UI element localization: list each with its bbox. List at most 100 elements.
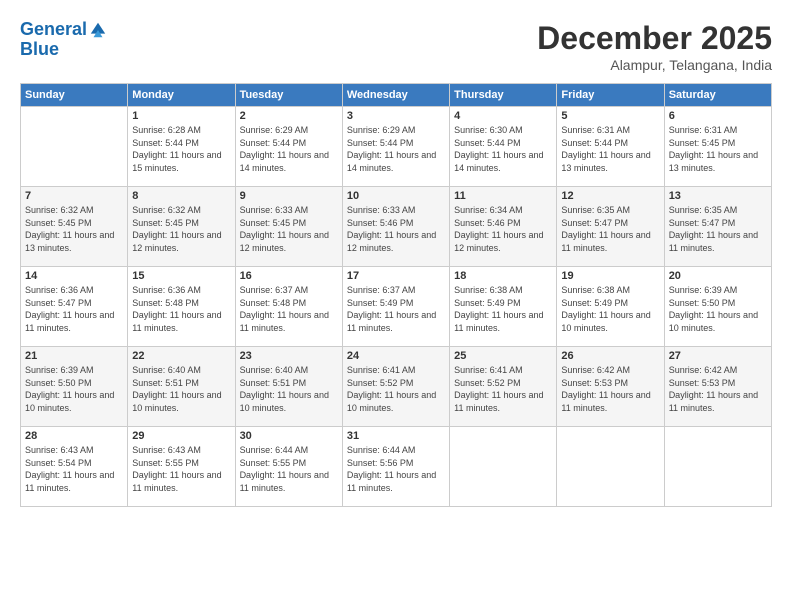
day-info: Sunrise: 6:37 AMSunset: 5:49 PMDaylight:… xyxy=(347,284,445,334)
day-info: Sunrise: 6:29 AMSunset: 5:44 PMDaylight:… xyxy=(240,124,338,174)
day-number: 16 xyxy=(240,270,338,282)
day-info: Sunrise: 6:36 AMSunset: 5:48 PMDaylight:… xyxy=(132,284,230,334)
day-info: Sunrise: 6:43 AMSunset: 5:55 PMDaylight:… xyxy=(132,444,230,494)
day-cell xyxy=(450,427,557,507)
day-number: 15 xyxy=(132,270,230,282)
day-cell: 25 Sunrise: 6:41 AMSunset: 5:52 PMDayligh… xyxy=(450,347,557,427)
day-cell: 8 Sunrise: 6:32 AMSunset: 5:45 PMDaylight… xyxy=(128,187,235,267)
day-info: Sunrise: 6:41 AMSunset: 5:52 PMDaylight:… xyxy=(454,364,552,414)
day-number: 31 xyxy=(347,430,445,442)
day-cell: 11 Sunrise: 6:34 AMSunset: 5:46 PMDayligh… xyxy=(450,187,557,267)
week-row-3: 14Sunrise: 6:36 AMSunset: 5:47 PMDayligh… xyxy=(21,267,772,347)
day-info: Sunrise: 6:42 AMSunset: 5:53 PMDaylight:… xyxy=(561,364,659,414)
day-cell: 17 Sunrise: 6:37 AMSunset: 5:49 PMDayligh… xyxy=(342,267,449,347)
day-number: 30 xyxy=(240,430,338,442)
day-info: Sunrise: 6:44 AMSunset: 5:55 PMDaylight:… xyxy=(240,444,338,494)
day-info: Sunrise: 6:31 AMSunset: 5:44 PMDaylight:… xyxy=(561,124,659,174)
day-cell: 1Sunrise: 6:28 AMSunset: 5:44 PMDaylight… xyxy=(128,107,235,187)
day-info: Sunrise: 6:34 AMSunset: 5:46 PMDaylight:… xyxy=(454,204,552,254)
day-number: 21 xyxy=(25,350,123,362)
day-number: 3 xyxy=(347,110,445,122)
day-number: 26 xyxy=(561,350,659,362)
day-cell: 24Sunrise: 6:41 AMSunset: 5:52 PMDayligh… xyxy=(342,347,449,427)
day-info: Sunrise: 6:38 AMSunset: 5:49 PMDaylight:… xyxy=(454,284,552,334)
day-cell: 18 Sunrise: 6:38 AMSunset: 5:49 PMDayligh… xyxy=(450,267,557,347)
day-cell: 2Sunrise: 6:29 AMSunset: 5:44 PMDaylight… xyxy=(235,107,342,187)
day-info: Sunrise: 6:29 AMSunset: 5:44 PMDaylight:… xyxy=(347,124,445,174)
day-number: 24 xyxy=(347,350,445,362)
week-row-5: 28 Sunrise: 6:43 AMSunset: 5:54 PMDayligh… xyxy=(21,427,772,507)
week-row-2: 7 Sunrise: 6:32 AMSunset: 5:45 PMDaylight… xyxy=(21,187,772,267)
day-cell xyxy=(664,427,771,507)
col-header-monday: Monday xyxy=(128,84,235,107)
day-number: 28 xyxy=(25,430,123,442)
day-cell: 23 Sunrise: 6:40 AMSunset: 5:51 PMDayligh… xyxy=(235,347,342,427)
day-number: 10 xyxy=(347,190,445,202)
logo-text-blue: Blue xyxy=(20,40,107,60)
title-block: December 2025 Alampur, Telangana, India xyxy=(537,20,772,73)
day-number: 29 xyxy=(132,430,230,442)
logo: General Blue xyxy=(20,20,107,60)
day-number: 23 xyxy=(240,350,338,362)
day-info: Sunrise: 6:35 AMSunset: 5:47 PMDaylight:… xyxy=(669,204,767,254)
day-cell: 13 Sunrise: 6:35 AMSunset: 5:47 PMDayligh… xyxy=(664,187,771,267)
day-info: Sunrise: 6:33 AMSunset: 5:45 PMDaylight:… xyxy=(240,204,338,254)
month-title: December 2025 xyxy=(537,20,772,57)
day-number: 18 xyxy=(454,270,552,282)
day-number: 11 xyxy=(454,190,552,202)
week-row-4: 21 Sunrise: 6:39 AMSunset: 5:50 PMDayligh… xyxy=(21,347,772,427)
day-cell: 6 Sunrise: 6:31 AMSunset: 5:45 PMDaylight… xyxy=(664,107,771,187)
day-cell: 31 Sunrise: 6:44 AMSunset: 5:56 PMDayligh… xyxy=(342,427,449,507)
day-info: Sunrise: 6:39 AMSunset: 5:50 PMDaylight:… xyxy=(669,284,767,334)
day-cell: 22Sunrise: 6:40 AMSunset: 5:51 PMDayligh… xyxy=(128,347,235,427)
header-row: SundayMondayTuesdayWednesdayThursdayFrid… xyxy=(21,84,772,107)
day-info: Sunrise: 6:40 AMSunset: 5:51 PMDaylight:… xyxy=(240,364,338,414)
page-header: General Blue December 2025 Alampur, Tela… xyxy=(20,20,772,73)
day-info: Sunrise: 6:39 AMSunset: 5:50 PMDaylight:… xyxy=(25,364,123,414)
day-number: 13 xyxy=(669,190,767,202)
day-cell: 21 Sunrise: 6:39 AMSunset: 5:50 PMDayligh… xyxy=(21,347,128,427)
day-info: Sunrise: 6:32 AMSunset: 5:45 PMDaylight:… xyxy=(25,204,123,254)
col-header-sunday: Sunday xyxy=(21,84,128,107)
day-cell: 9Sunrise: 6:33 AMSunset: 5:45 PMDaylight… xyxy=(235,187,342,267)
day-cell: 16Sunrise: 6:37 AMSunset: 5:48 PMDayligh… xyxy=(235,267,342,347)
day-info: Sunrise: 6:32 AMSunset: 5:45 PMDaylight:… xyxy=(132,204,230,254)
day-cell: 28 Sunrise: 6:43 AMSunset: 5:54 PMDayligh… xyxy=(21,427,128,507)
day-number: 7 xyxy=(25,190,123,202)
day-cell: 10Sunrise: 6:33 AMSunset: 5:46 PMDayligh… xyxy=(342,187,449,267)
day-cell: 30 Sunrise: 6:44 AMSunset: 5:55 PMDayligh… xyxy=(235,427,342,507)
day-info: Sunrise: 6:31 AMSunset: 5:45 PMDaylight:… xyxy=(669,124,767,174)
day-cell xyxy=(557,427,664,507)
day-info: Sunrise: 6:28 AMSunset: 5:44 PMDaylight:… xyxy=(132,124,230,174)
day-cell: 19Sunrise: 6:38 AMSunset: 5:49 PMDayligh… xyxy=(557,267,664,347)
day-cell: 5 Sunrise: 6:31 AMSunset: 5:44 PMDaylight… xyxy=(557,107,664,187)
day-number: 8 xyxy=(132,190,230,202)
col-header-thursday: Thursday xyxy=(450,84,557,107)
day-number: 12 xyxy=(561,190,659,202)
day-cell: 12 Sunrise: 6:35 AMSunset: 5:47 PMDayligh… xyxy=(557,187,664,267)
week-row-1: 1Sunrise: 6:28 AMSunset: 5:44 PMDaylight… xyxy=(21,107,772,187)
day-info: Sunrise: 6:43 AMSunset: 5:54 PMDaylight:… xyxy=(25,444,123,494)
day-cell: 27Sunrise: 6:42 AMSunset: 5:53 PMDayligh… xyxy=(664,347,771,427)
col-header-friday: Friday xyxy=(557,84,664,107)
col-header-saturday: Saturday xyxy=(664,84,771,107)
day-number: 14 xyxy=(25,270,123,282)
day-number: 27 xyxy=(669,350,767,362)
day-number: 5 xyxy=(561,110,659,122)
day-info: Sunrise: 6:40 AMSunset: 5:51 PMDaylight:… xyxy=(132,364,230,414)
day-number: 6 xyxy=(669,110,767,122)
day-cell: 7 Sunrise: 6:32 AMSunset: 5:45 PMDaylight… xyxy=(21,187,128,267)
day-number: 4 xyxy=(454,110,552,122)
day-info: Sunrise: 6:30 AMSunset: 5:44 PMDaylight:… xyxy=(454,124,552,174)
day-cell: 3 Sunrise: 6:29 AMSunset: 5:44 PMDaylight… xyxy=(342,107,449,187)
day-cell: 4 Sunrise: 6:30 AMSunset: 5:44 PMDaylight… xyxy=(450,107,557,187)
day-info: Sunrise: 6:44 AMSunset: 5:56 PMDaylight:… xyxy=(347,444,445,494)
day-cell: 15 Sunrise: 6:36 AMSunset: 5:48 PMDayligh… xyxy=(128,267,235,347)
day-cell xyxy=(21,107,128,187)
day-number: 17 xyxy=(347,270,445,282)
day-number: 25 xyxy=(454,350,552,362)
day-cell: 29 Sunrise: 6:43 AMSunset: 5:55 PMDayligh… xyxy=(128,427,235,507)
day-number: 19 xyxy=(561,270,659,282)
day-number: 20 xyxy=(669,270,767,282)
day-info: Sunrise: 6:35 AMSunset: 5:47 PMDaylight:… xyxy=(561,204,659,254)
